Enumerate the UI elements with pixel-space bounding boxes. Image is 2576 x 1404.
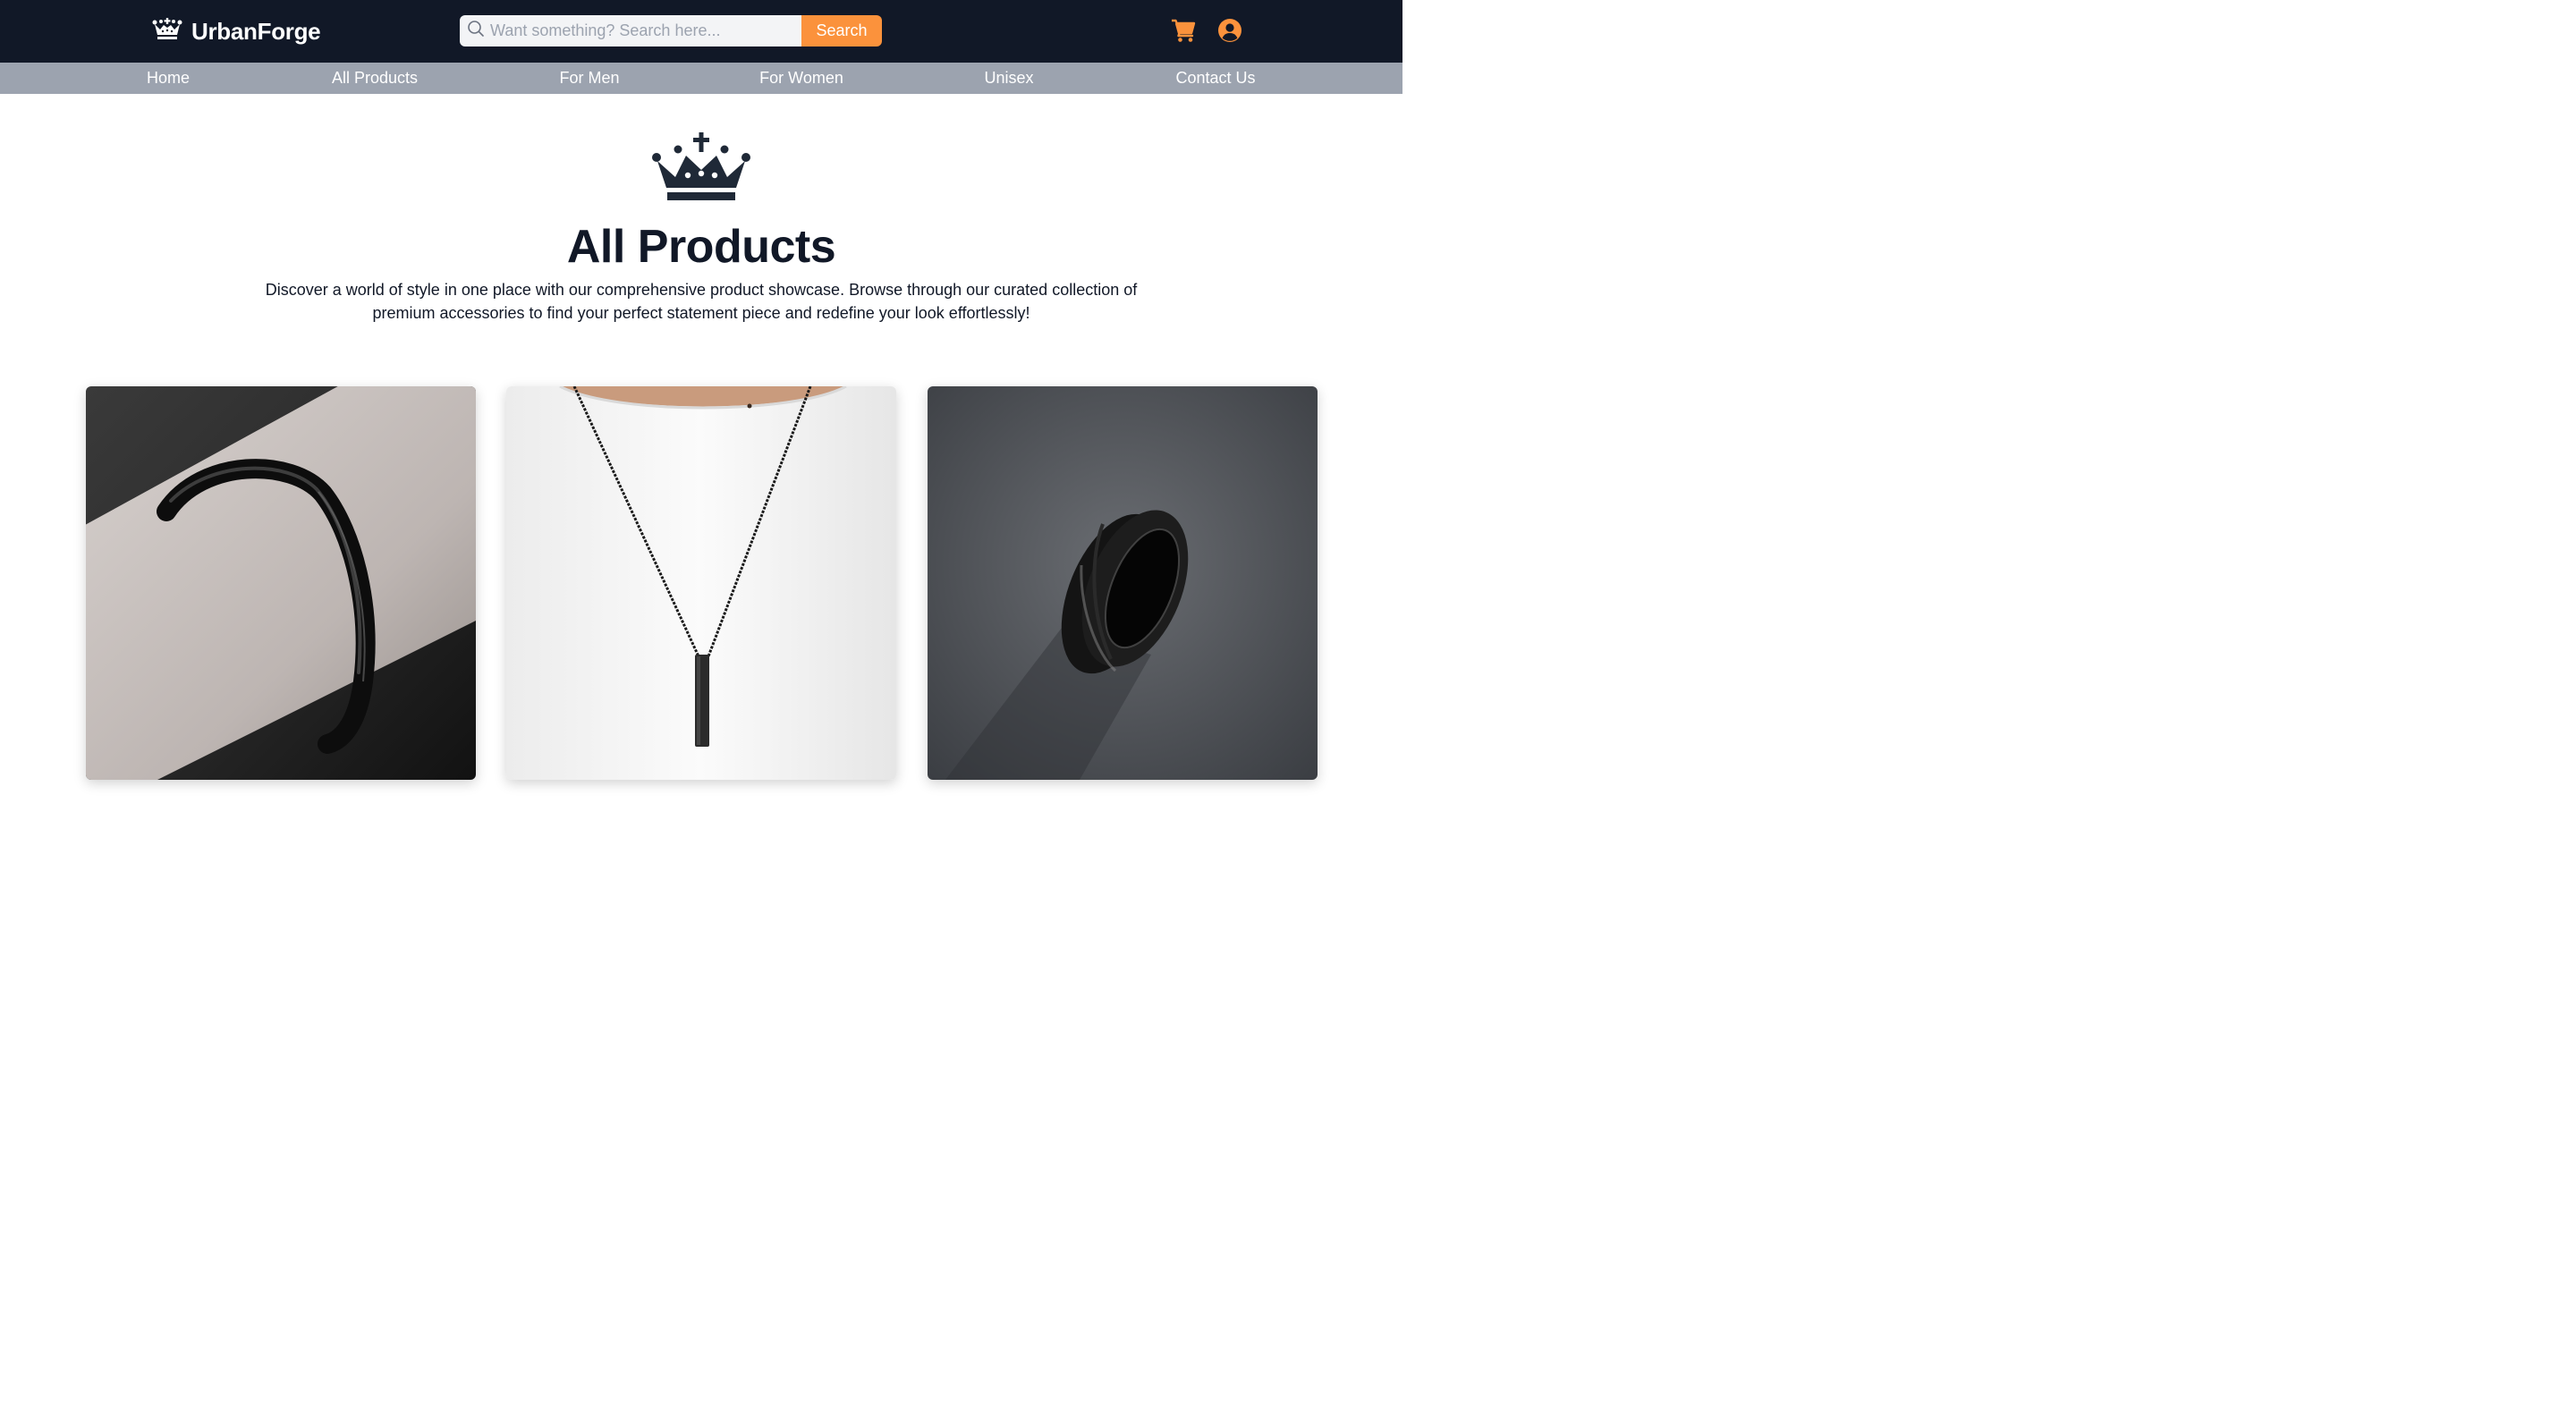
nav-item-home[interactable]: Home (147, 63, 190, 94)
page-description: Discover a world of style in one place w… (265, 281, 1138, 322)
product-card-necklace[interactable] (506, 386, 896, 780)
search-input[interactable] (490, 21, 801, 40)
product-image-ring (928, 386, 1318, 780)
search-button[interactable]: Search (801, 15, 882, 47)
nav-item-contact-us[interactable]: Contact Us (1175, 63, 1255, 94)
brand-name: UrbanForge (191, 17, 321, 45)
nav-item-unisex[interactable]: Unisex (984, 63, 1033, 94)
nav-item-for-men[interactable]: For Men (559, 63, 619, 94)
product-image-necklace (506, 386, 896, 780)
search-bar: Search (460, 15, 882, 47)
search-icon (467, 20, 485, 42)
crown-logo-icon (152, 17, 182, 46)
user-account-icon[interactable] (1217, 18, 1242, 43)
nav-item-all-products[interactable]: All Products (332, 63, 418, 94)
search-field-wrapper (460, 15, 801, 47)
top-header: UrbanForge Search (0, 0, 1402, 63)
product-card-ring[interactable] (928, 386, 1318, 780)
page-title: All Products (566, 221, 836, 273)
crown-icon (650, 131, 752, 202)
main-nav: Home All Products For Men For Women Unis… (0, 63, 1402, 94)
cart-icon[interactable] (1171, 18, 1196, 43)
nav-item-for-women[interactable]: For Women (759, 63, 843, 94)
brand-logo-link[interactable]: UrbanForge (152, 15, 321, 47)
product-card-bracelet[interactable] (86, 386, 476, 780)
product-image-bracelet (86, 386, 476, 780)
